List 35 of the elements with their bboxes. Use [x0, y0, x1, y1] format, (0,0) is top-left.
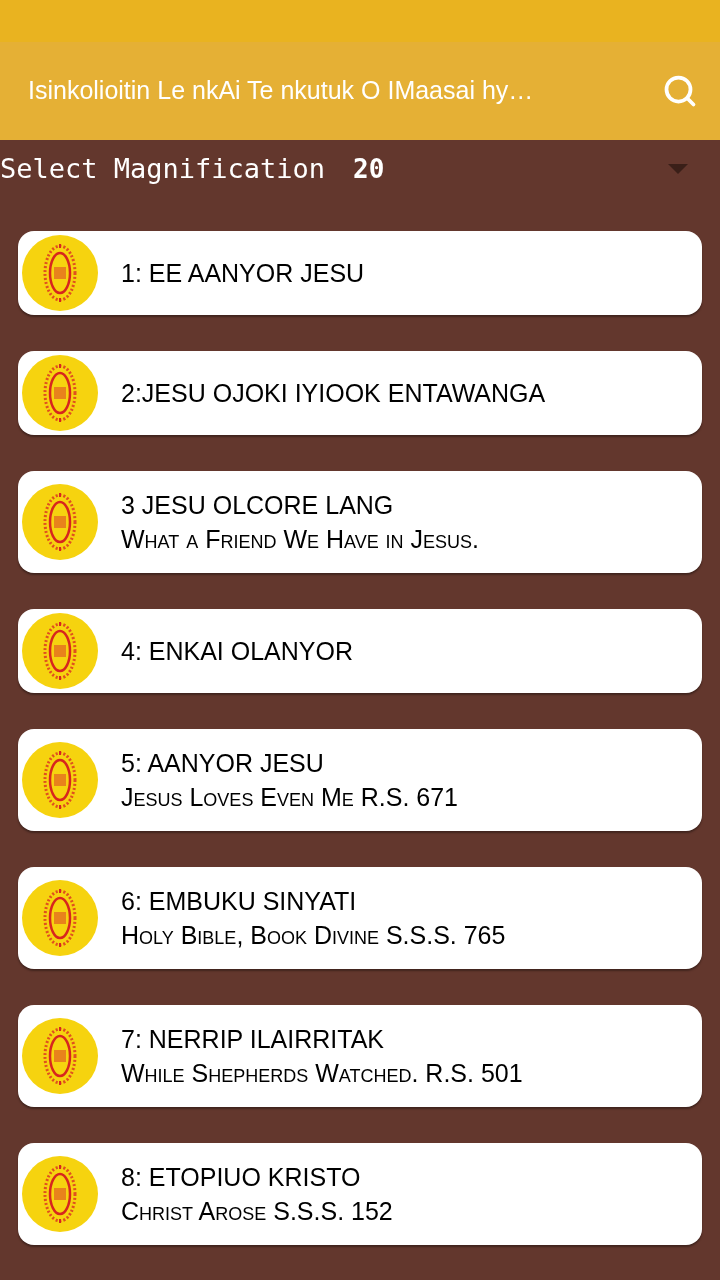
magnification-dropdown[interactable]: Select Magnification 20 — [0, 140, 720, 198]
hymn-card[interactable]: 8: ETOPIUO KRISTO Christ Arose S.S.S. 152 — [18, 1143, 702, 1245]
shield-logo-icon — [21, 1017, 99, 1095]
hymn-title: 4: ENKAI OLANYOR — [121, 636, 354, 667]
hymn-title: 3 JESU OLCORE LANG — [121, 490, 395, 521]
app-title: Isinkolioitin Le nkAi Te nkutuk O IMaasai hy… — [28, 75, 535, 107]
hymn-title: 5: AANYOR JESU — [121, 748, 325, 779]
hymn-card[interactable]: 3 JESU OLCORE LANG What a Friend We Have in Jesus. — [18, 471, 702, 573]
hymn-card[interactable]: 5: AANYOR JESU Jesus Loves Even Me R.S. 671 — [18, 729, 702, 831]
shield-logo-icon — [21, 234, 99, 312]
hymn-subtitle: What a Friend We Have in Jesus. — [121, 524, 480, 555]
hymn-subtitle: While Shepherds Watched. R.S. 501 — [121, 1058, 523, 1089]
hymn-card[interactable]: 6: EMBUKU SINYATI Holy Bible, Book Divine S.S.S. 765 — [18, 867, 702, 969]
hymn-title: 7: NERRIP ILAIRRITAK — [121, 1024, 386, 1055]
shield-logo-icon — [21, 879, 99, 957]
shield-logo-icon — [21, 483, 99, 561]
shield-logo-icon — [21, 612, 99, 690]
dropdown-caret-icon — [668, 164, 688, 174]
hymn-title: 8: ETOPIUO KRISTO — [121, 1162, 362, 1193]
hymn-title: 1: EE AANYOR JESU — [121, 258, 365, 289]
shield-logo-icon — [21, 1155, 99, 1233]
hymn-subtitle: Holy Bible, Book Divine S.S.S. 765 — [121, 920, 506, 951]
magnification-label: Select Magnification — [0, 151, 326, 186]
hymn-card[interactable]: 2:JESU OJOKI IYIOOK ENTAWANGA — [18, 351, 702, 435]
hymn-subtitle: Christ Arose S.S.S. 152 — [121, 1196, 393, 1227]
hymn-card[interactable]: 7: NERRIP ILAIRRITAK While Shepherds Watched. R.S. 501 — [18, 1005, 702, 1107]
magnification-value: 20 — [353, 152, 386, 186]
hymn-card[interactable]: 4: ENKAI OLANYOR — [18, 609, 702, 693]
hymn-card[interactable]: 1: EE AANYOR JESU — [18, 231, 702, 315]
hymn-subtitle: Jesus Loves Even Me R.S. 671 — [121, 782, 459, 813]
hymn-title: 6: EMBUKU SINYATI — [121, 886, 358, 917]
shield-logo-icon — [21, 354, 99, 432]
hymn-title: 2:JESU OJOKI IYIOOK ENTAWANGA — [121, 378, 546, 409]
shield-logo-icon — [21, 741, 99, 819]
search-icon[interactable] — [662, 73, 698, 109]
